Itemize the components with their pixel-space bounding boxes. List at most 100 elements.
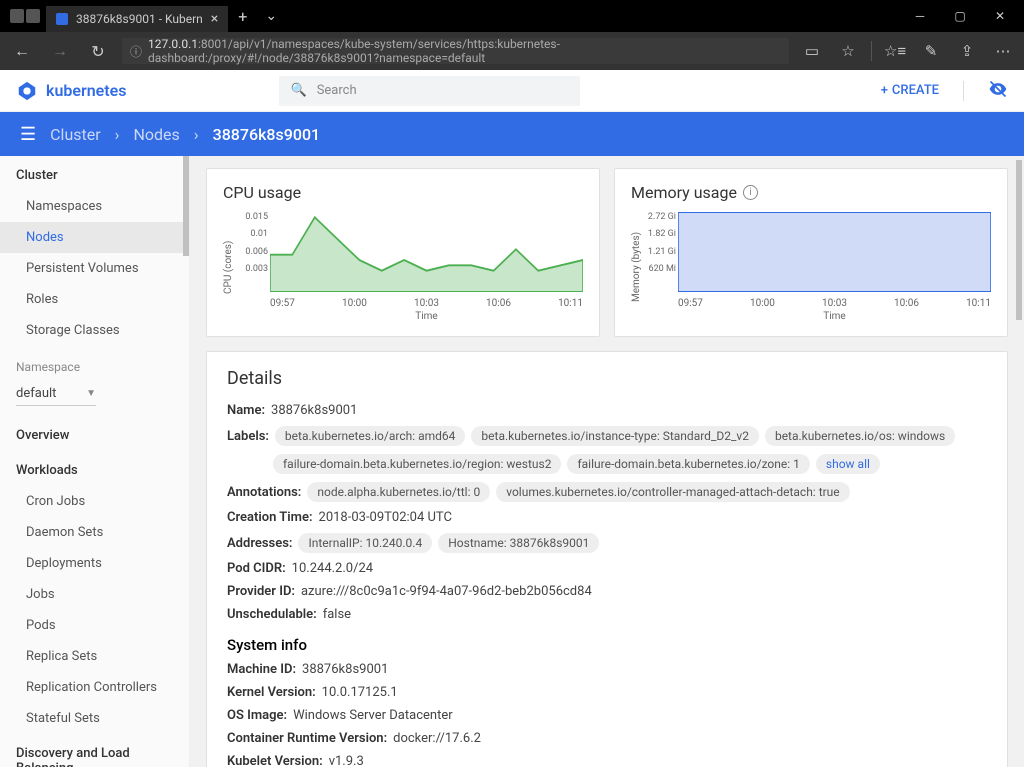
create-label: CREATE (892, 83, 939, 98)
info-icon[interactable]: i (743, 185, 758, 200)
kernel-label: Kernel Version: (227, 685, 316, 700)
address-chip: Hostname: 38876k8s9001 (438, 533, 599, 553)
namespace-label: Namespace (0, 346, 189, 378)
favorite-icon[interactable]: ☆ (835, 38, 861, 64)
sidebar-section-discovery[interactable]: Discovery and Load Balancing (0, 734, 189, 767)
sidebar-item-daemon-sets[interactable]: Daemon Sets (0, 517, 189, 548)
sidebar-section-cluster[interactable]: Cluster (0, 156, 189, 191)
maximize-button[interactable]: ▢ (940, 2, 980, 30)
brand-label: kubernetes (46, 81, 127, 100)
runtime-value: docker://17.6.2 (393, 731, 481, 746)
scrollbar-thumb[interactable] (183, 156, 189, 256)
memory-chart (678, 212, 991, 292)
sidebar-item-replica-sets[interactable]: Replica Sets (0, 641, 189, 672)
podcidr-label: Pod CIDR: (227, 561, 286, 576)
info-icon: ⓘ (130, 43, 142, 60)
details-panel: Details Name: 38876k8s9001 Labels: beta.… (206, 351, 1008, 767)
sidebar-item-nodes[interactable]: Nodes (0, 222, 189, 253)
memory-yticks: 2.72 Gi 1.82 Gi 1.21 Gi 620 Mi (642, 212, 676, 274)
kubelet-label: Kubelet Version: (227, 754, 323, 767)
kernel-value: 10.0.17125.1 (322, 685, 398, 700)
chevron-right-icon: › (194, 125, 199, 144)
search-icon: 🔍 (291, 83, 307, 98)
kubernetes-logo[interactable]: kubernetes (16, 80, 127, 102)
cpu-yticks: 0.015 0.01 0.006 0.003 (234, 212, 268, 274)
notes-icon[interactable]: ✎ (918, 38, 944, 64)
name-value: 38876k8s9001 (271, 403, 357, 418)
create-button[interactable]: + CREATE (881, 83, 939, 98)
new-tab-button[interactable]: + (228, 7, 257, 26)
search-placeholder: Search (317, 83, 357, 98)
search-input[interactable]: 🔍 Search (279, 76, 580, 106)
sidebar-item-replication-controllers[interactable]: Replication Controllers (0, 672, 189, 703)
creation-value: 2018-03-09T02:04 UTC (319, 510, 452, 525)
memory-ylabel: Memory (bytes) (631, 212, 642, 322)
sidebar-item-jobs[interactable]: Jobs (0, 579, 189, 610)
k8s-wheel-icon (16, 80, 38, 102)
breadcrumb: ☰ Cluster › Nodes › 38876k8s9001 (0, 112, 1024, 156)
podcidr-value: 10.244.2.0/24 (292, 561, 373, 576)
visibility-off-icon[interactable] (988, 79, 1008, 103)
breadcrumb-current: 38876k8s9001 (213, 125, 321, 144)
namespace-select[interactable]: default ▼ (16, 382, 96, 406)
provider-label: Provider ID: (227, 584, 295, 599)
label-chip: failure-domain.beta.kubernetes.io/zone: … (567, 454, 809, 474)
annotation-chip: node.alpha.kubernetes.io/ttl: 0 (307, 482, 490, 502)
cpu-panel-title: CPU usage (223, 183, 583, 202)
memory-panel-title: Memory usage (631, 183, 737, 202)
page-icon (26, 9, 40, 23)
sidebar-item-cron-jobs[interactable]: Cron Jobs (0, 486, 189, 517)
scrollbar-thumb[interactable] (1016, 160, 1022, 320)
close-window-button[interactable]: ✕ (980, 2, 1020, 30)
details-title: Details (227, 368, 987, 389)
sidebar-section-workloads[interactable]: Workloads (0, 451, 189, 486)
show-all-link[interactable]: show all (816, 454, 880, 474)
sidebar-item-pods[interactable]: Pods (0, 610, 189, 641)
addresses-label: Addresses: (227, 536, 292, 551)
sidebar-item-deployments[interactable]: Deployments (0, 548, 189, 579)
breadcrumb-cluster[interactable]: Cluster (50, 125, 101, 144)
share-icon[interactable]: ⇪ (954, 38, 980, 64)
label-chip: beta.kubernetes.io/instance-type: Standa… (471, 426, 759, 446)
edge-icon (10, 9, 24, 23)
sidebar: Cluster Namespaces Nodes Persistent Volu… (0, 156, 190, 767)
machine-value: 38876k8s9001 (302, 662, 388, 677)
reading-view-icon[interactable]: ▭ (799, 38, 825, 64)
favorites-bar-icon[interactable]: ☆≡ (882, 38, 908, 64)
url-bar[interactable]: ⓘ 127.0.0.1:8001/api/v1/namespaces/kube-… (122, 38, 789, 64)
osimage-value: Windows Server Datacenter (293, 708, 453, 723)
browser-tab[interactable]: 38876k8s9001 - Kubern × (46, 6, 228, 32)
menu-icon[interactable]: ☰ (20, 124, 36, 145)
sidebar-item-roles[interactable]: Roles (0, 284, 189, 315)
sidebar-item-storage-classes[interactable]: Storage Classes (0, 315, 189, 346)
settings-icon[interactable]: ⋯ (990, 38, 1016, 64)
minimize-button[interactable]: ─ (900, 2, 940, 30)
cpu-usage-panel: CPU usage CPU (cores) 0.015 0.01 0.006 0… (206, 168, 600, 337)
sidebar-item-persistent-volumes[interactable]: Persistent Volumes (0, 253, 189, 284)
content-area: CPU usage CPU (cores) 0.015 0.01 0.006 0… (190, 156, 1024, 767)
tab-actions-icon[interactable]: ⌄ (257, 8, 285, 24)
label-chip: beta.kubernetes.io/arch: amd64 (275, 426, 466, 446)
address-chip: InternalIP: 10.240.0.4 (298, 533, 432, 553)
chevron-right-icon: › (115, 125, 120, 144)
label-chip: beta.kubernetes.io/os: windows (765, 426, 955, 446)
namespace-value: default (16, 386, 56, 401)
url-host: 127.0.0.1 (148, 37, 198, 51)
unsched-value: false (323, 607, 351, 622)
memory-xlabel: Time (678, 311, 991, 322)
sidebar-section-overview[interactable]: Overview (0, 416, 189, 451)
labels-label: Labels: (227, 429, 269, 444)
cpu-xlabel: Time (270, 311, 583, 322)
close-tab-icon[interactable]: × (211, 11, 218, 27)
refresh-button[interactable]: ↻ (84, 37, 112, 65)
plus-icon: + (881, 83, 888, 98)
sidebar-item-namespaces[interactable]: Namespaces (0, 191, 189, 222)
breadcrumb-nodes[interactable]: Nodes (133, 125, 179, 144)
memory-xticks: 09:57 10:00 10:03 10:06 10:11 (678, 296, 991, 311)
url-path: :8001/api/v1/namespaces/kube-system/serv… (148, 37, 560, 65)
sidebar-item-stateful-sets[interactable]: Stateful Sets (0, 703, 189, 734)
memory-usage-panel: Memory usage i Memory (bytes) 2.72 Gi 1.… (614, 168, 1008, 337)
back-button[interactable]: ← (8, 37, 36, 65)
annotation-chip: volumes.kubernetes.io/controller-managed… (496, 482, 849, 502)
forward-button[interactable]: → (46, 37, 74, 65)
